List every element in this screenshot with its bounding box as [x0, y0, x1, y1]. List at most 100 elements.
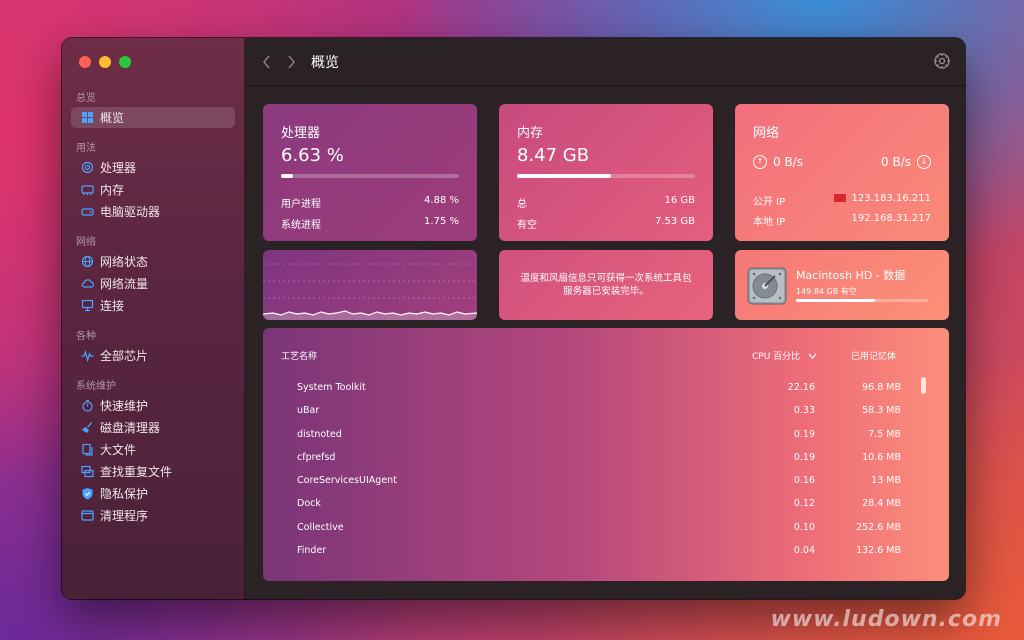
table-row[interactable]: distnoted 0.19 7.5 MB [297, 424, 901, 447]
sidebar-item[interactable]: 全部芯片 [71, 345, 235, 366]
cpu-user-label: 用户进程 [281, 199, 321, 210]
process-name: Finder [297, 545, 327, 557]
sidebar-item-label: 电脑驱动器 [100, 205, 161, 219]
process-cpu: 0.19 [793, 451, 815, 463]
memory-card[interactable]: 内存 8.47 GB 总 16 GB 有空 7.53 GB [499, 104, 713, 241]
column-header-cpu[interactable]: CPU 百分比 [752, 349, 817, 362]
sidebar-section-title: 用法 [76, 143, 96, 154]
sidebar-item-label: 全部芯片 [100, 349, 149, 363]
sidebar-item-label: 隐私保护 [100, 487, 149, 501]
network-down-speed: 0 B/s [773, 155, 803, 169]
sidebar-item[interactable]: 内存 [71, 179, 235, 200]
cpu-history-sparkline [263, 263, 477, 320]
sidebar-item[interactable]: 处理器 [71, 157, 235, 178]
sensor-info-message: 温度和风扇信息只可获得一次系统工具包 服务器已安装完毕。 [509, 272, 703, 298]
sidebar-item[interactable]: 磁盘清理器 [71, 417, 235, 438]
zoom-button[interactable] [119, 56, 131, 68]
app-icon [81, 509, 94, 522]
sidebar-item-label: 连接 [100, 299, 125, 313]
sidebar-item[interactable]: 电脑驱动器 [71, 201, 235, 222]
minimize-button[interactable] [99, 56, 111, 68]
public-ip-row: 公开 IP 123.183.16.211 [753, 193, 931, 208]
memory-icon [81, 183, 94, 196]
process-list: System Toolkit 22.16 96.8 MB uBar 0.33 58.3 M… [297, 377, 901, 563]
download-arrow-icon: ↓ [917, 155, 931, 169]
sidebar-item[interactable]: 网络状态 [71, 251, 235, 272]
main-content: 概览 处理器 6.63 % 用户进程 4.88 % 系统进程 1.75 % 内存… [245, 38, 965, 599]
table-row[interactable]: uBar 0.33 58.3 MB [297, 400, 901, 423]
cpu-card[interactable]: 处理器 6.63 % 用户进程 4.88 % 系统进程 1.75 % [263, 104, 477, 241]
column-header-cpu-label: CPU 百分比 [752, 352, 801, 362]
table-row[interactable]: Dock 0.12 28.4 MB [297, 493, 901, 516]
sidebar-item-label: 快速维护 [100, 399, 149, 413]
sidebar-section-title: 总览 [76, 93, 96, 104]
sidebar-section-title: 系统维护 [76, 381, 116, 392]
disk-name: Macintosh HD - 数据 [796, 269, 906, 282]
memory-usage-bar [517, 174, 695, 178]
sidebar-item[interactable]: 网络流量 [71, 273, 235, 294]
broom-icon [81, 421, 94, 434]
sidebar-item[interactable]: 查找重复文件 [71, 461, 235, 482]
sidebar-section-title: 网络 [76, 237, 96, 248]
process-name: CoreServicesUIAgent [297, 475, 397, 487]
memory-total-label: 总 [517, 199, 527, 210]
process-memory: 252.6 MB [856, 521, 901, 533]
settings-button[interactable] [933, 52, 951, 70]
sidebar-item[interactable]: 连接 [71, 295, 235, 316]
column-header-memory[interactable]: 已用记忆体 [851, 349, 896, 362]
table-row[interactable]: cfprefsd 0.19 10.6 MB [297, 447, 901, 470]
process-name: uBar [297, 405, 320, 417]
files-icon [81, 443, 94, 456]
forward-button[interactable] [283, 54, 299, 70]
monitor-icon [81, 299, 94, 312]
process-memory: 132.6 MB [856, 545, 901, 557]
table-row[interactable]: Collective 0.10 252.6 MB [297, 517, 901, 540]
sidebar-item-label: 网络状态 [100, 255, 149, 269]
process-memory: 10.6 MB [862, 451, 901, 463]
disk-usage-bar [796, 299, 928, 302]
local-ip-row: 本地 IP 192.168.31.217 [753, 213, 931, 228]
column-header-name[interactable]: 工艺名称 [281, 349, 317, 362]
memory-free-value: 7.53 GB [654, 216, 695, 227]
network-up-speed: 0 B/s [881, 155, 911, 169]
process-cpu: 0.12 [793, 498, 815, 510]
chevron-right-icon [288, 55, 295, 68]
sidebar-item[interactable]: 大文件 [71, 439, 235, 460]
sidebar-item[interactable]: 清理程序 [71, 505, 235, 526]
cloud-icon [81, 277, 94, 290]
process-memory: 7.5 MB [868, 428, 901, 440]
process-cpu: 0.33 [793, 405, 815, 417]
close-button[interactable] [79, 56, 91, 68]
gear-icon [934, 53, 950, 69]
scrollbar[interactable] [921, 377, 926, 394]
table-row[interactable]: CoreServicesUIAgent 0.16 13 MB [297, 470, 901, 493]
pulse-icon [81, 349, 94, 362]
sidebar-item[interactable]: 快速维护 [71, 395, 235, 416]
process-memory: 58.3 MB [862, 405, 901, 417]
stopwatch-icon [81, 399, 94, 412]
sidebar-section-title: 各种 [76, 331, 96, 342]
sidebar-item[interactable]: 隐私保护 [71, 483, 235, 504]
hard-drive-icon [747, 267, 787, 305]
table-row[interactable]: Finder 0.04 132.6 MB [297, 540, 901, 563]
table-row[interactable]: System Toolkit 22.16 96.8 MB [297, 377, 901, 400]
window-controls [79, 56, 131, 68]
cpu-system-value: 1.75 % [424, 216, 459, 227]
public-ip-value: 123.183.16.211 [851, 193, 931, 204]
process-name: Dock [297, 498, 321, 510]
disk-card[interactable]: Macintosh HD - 数据 149.84 GB 有空 [735, 250, 949, 320]
back-button[interactable] [259, 54, 275, 70]
process-cpu: 0.04 [793, 545, 815, 557]
cpu-icon [81, 161, 94, 174]
network-card[interactable]: 网络 ↑ 0 B/s 0 B/s ↓ 公开 IP 123.183.16.211 … [735, 104, 949, 241]
process-cpu: 0.10 [793, 521, 815, 533]
sensor-info-line-2: 服务器已安装完毕。 [563, 286, 649, 297]
cpu-user-value: 4.88 % [424, 195, 459, 206]
memory-total-value: 16 GB [664, 195, 695, 206]
sidebar-item-label: 处理器 [100, 161, 137, 175]
local-ip-label: 本地 IP [753, 217, 786, 228]
sidebar-item[interactable]: 概览 [71, 107, 235, 128]
local-ip-value: 192.168.31.217 [851, 213, 931, 224]
grid-icon [81, 111, 94, 124]
upload-arrow-icon: ↑ [753, 155, 767, 169]
